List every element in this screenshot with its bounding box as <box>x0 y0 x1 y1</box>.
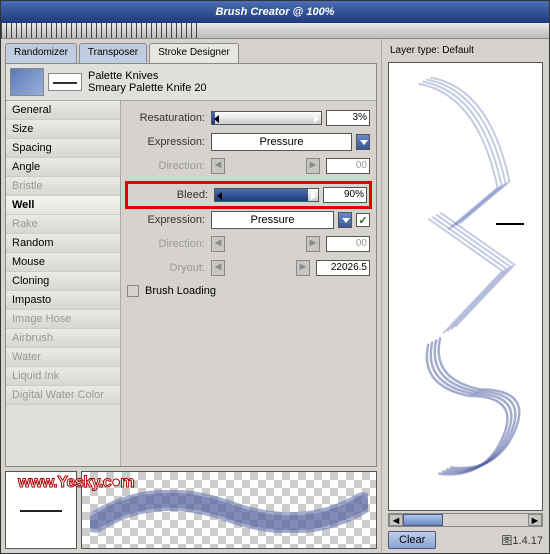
cat-water: Water <box>6 348 120 367</box>
chevron-down-icon[interactable] <box>356 134 370 150</box>
dryout-row: Dryout: ◄ ► 22026.5 <box>127 259 370 277</box>
direction2-row: Direction: ◄ ► 00 <box>127 235 370 253</box>
horizontal-scrollbar[interactable]: ◄ ► <box>388 513 543 527</box>
dryout-value[interactable]: 22026.5 <box>316 260 370 276</box>
bleed-row: Bleed: 90% <box>130 186 367 204</box>
expression1-label: Expression: <box>127 136 205 148</box>
stroke-designer-panel: Palette Knives Smeary Palette Knife 20 G… <box>5 63 377 467</box>
stroke-preview-svg <box>90 490 368 533</box>
invert-checkbox[interactable]: ✓ <box>356 213 370 227</box>
direction1-label: Direction: <box>127 160 205 172</box>
brush-cursor-icon <box>496 223 524 225</box>
brush-category-label: Palette Knives <box>88 70 207 82</box>
chevron-down-icon[interactable] <box>338 212 352 228</box>
category-list: General Size Spacing Angle Bristle Well … <box>6 101 121 466</box>
canvas-strokes <box>389 63 542 510</box>
direction-right-icon: ► <box>296 260 310 276</box>
slider-right-icon <box>314 115 319 123</box>
window-title: Brush Creator @ 100% <box>7 6 543 18</box>
tab-transposer[interactable]: Transposer <box>79 43 147 63</box>
expression1-row: Expression: Pressure <box>127 133 370 151</box>
brush-header: Palette Knives Smeary Palette Knife 20 <box>6 64 376 101</box>
window-body: Randomizer Transposer Stroke Designer Pa… <box>1 39 549 553</box>
slider-left-icon <box>214 115 219 123</box>
cat-general[interactable]: General <box>6 101 120 120</box>
bleed-value[interactable]: 90% <box>323 187 367 203</box>
bleed-highlight: Bleed: 90% <box>125 181 372 209</box>
canvas-bottom-bar: Clear 图1.4.17 <box>388 531 543 549</box>
well-settings: Resaturation: 3% Expre <box>121 101 376 466</box>
brush-creator-window: Brush Creator @ 100% Randomizer Transpos… <box>0 0 550 554</box>
resaturation-row: Resaturation: 3% <box>127 109 370 127</box>
expression1-dropdown[interactable]: Pressure <box>211 133 352 151</box>
resaturation-label: Resaturation: <box>127 112 205 124</box>
brush-stroke-icon[interactable] <box>48 73 82 91</box>
resaturation-value[interactable]: 3% <box>326 110 370 126</box>
brush-loading-checkbox[interactable] <box>127 285 139 297</box>
scroll-thumb[interactable] <box>403 514 443 526</box>
expression2-dropdown[interactable]: Pressure <box>211 211 334 229</box>
direction-left-icon: ◄ <box>211 260 225 276</box>
figure-label: 图1.4.17 <box>501 532 543 548</box>
scroll-left-icon[interactable]: ◄ <box>389 514 403 526</box>
tab-stroke-designer[interactable]: Stroke Designer <box>149 43 239 63</box>
brush-name: Palette Knives Smeary Palette Knife 20 <box>88 70 207 94</box>
slider-right-icon <box>311 192 316 200</box>
bleed-slider[interactable] <box>214 188 319 202</box>
brush-loading-label: Brush Loading <box>145 285 216 297</box>
layer-type-label: Layer type: Default <box>388 43 543 62</box>
scroll-right-icon[interactable]: ► <box>528 514 542 526</box>
left-panel: Randomizer Transposer Stroke Designer Pa… <box>1 39 381 553</box>
ruler <box>1 23 549 39</box>
cat-well[interactable]: Well <box>6 196 120 215</box>
right-panel: Layer type: Default <box>381 39 549 553</box>
cat-size[interactable]: Size <box>6 120 120 139</box>
tab-randomizer[interactable]: Randomizer <box>5 43 77 63</box>
cat-cloning[interactable]: Cloning <box>6 272 120 291</box>
brush-loading-row: Brush Loading <box>127 285 370 297</box>
bleed-label: Bleed: <box>130 189 208 201</box>
preview-canvas[interactable] <box>388 62 543 511</box>
cat-airbrush: Airbrush <box>6 329 120 348</box>
cat-random[interactable]: Random <box>6 234 120 253</box>
direction-right-icon: ► <box>306 158 320 174</box>
cat-bristle: Bristle <box>6 177 120 196</box>
dryout-label: Dryout: <box>127 262 205 274</box>
cat-angle[interactable]: Angle <box>6 158 120 177</box>
expression2-label: Expression: <box>127 214 205 226</box>
watermark: www.Yesky.c●m <box>18 474 134 492</box>
expression2-row: Expression: Pressure ✓ <box>127 211 370 229</box>
resaturation-slider[interactable] <box>211 111 322 125</box>
cat-spacing[interactable]: Spacing <box>6 139 120 158</box>
cat-digital-water-color: Digital Water Color <box>6 386 120 405</box>
clear-button[interactable]: Clear <box>388 531 436 549</box>
cat-mouse[interactable]: Mouse <box>6 253 120 272</box>
main-split: General Size Spacing Angle Bristle Well … <box>6 101 376 466</box>
direction-left-icon: ◄ <box>211 236 225 252</box>
direction-right-icon: ► <box>306 236 320 252</box>
direction1-row: Direction: ◄ ► 00 <box>127 157 370 175</box>
direction2-label: Direction: <box>127 238 205 250</box>
tabs: Randomizer Transposer Stroke Designer <box>5 43 377 63</box>
direction2-value[interactable]: 00 <box>326 236 370 252</box>
brush-variant-label: Smeary Palette Knife 20 <box>88 82 207 94</box>
slider-left-icon <box>217 192 222 200</box>
cat-image-hose: Image Hose <box>6 310 120 329</box>
direction-left-icon: ◄ <box>211 158 225 174</box>
cat-liquid-ink: Liquid Ink <box>6 367 120 386</box>
titlebar[interactable]: Brush Creator @ 100% <box>1 1 549 23</box>
cat-impasto[interactable]: Impasto <box>6 291 120 310</box>
cat-rake: Rake <box>6 215 120 234</box>
direction1-value[interactable]: 00 <box>326 158 370 174</box>
brush-category-icon[interactable] <box>10 68 44 96</box>
